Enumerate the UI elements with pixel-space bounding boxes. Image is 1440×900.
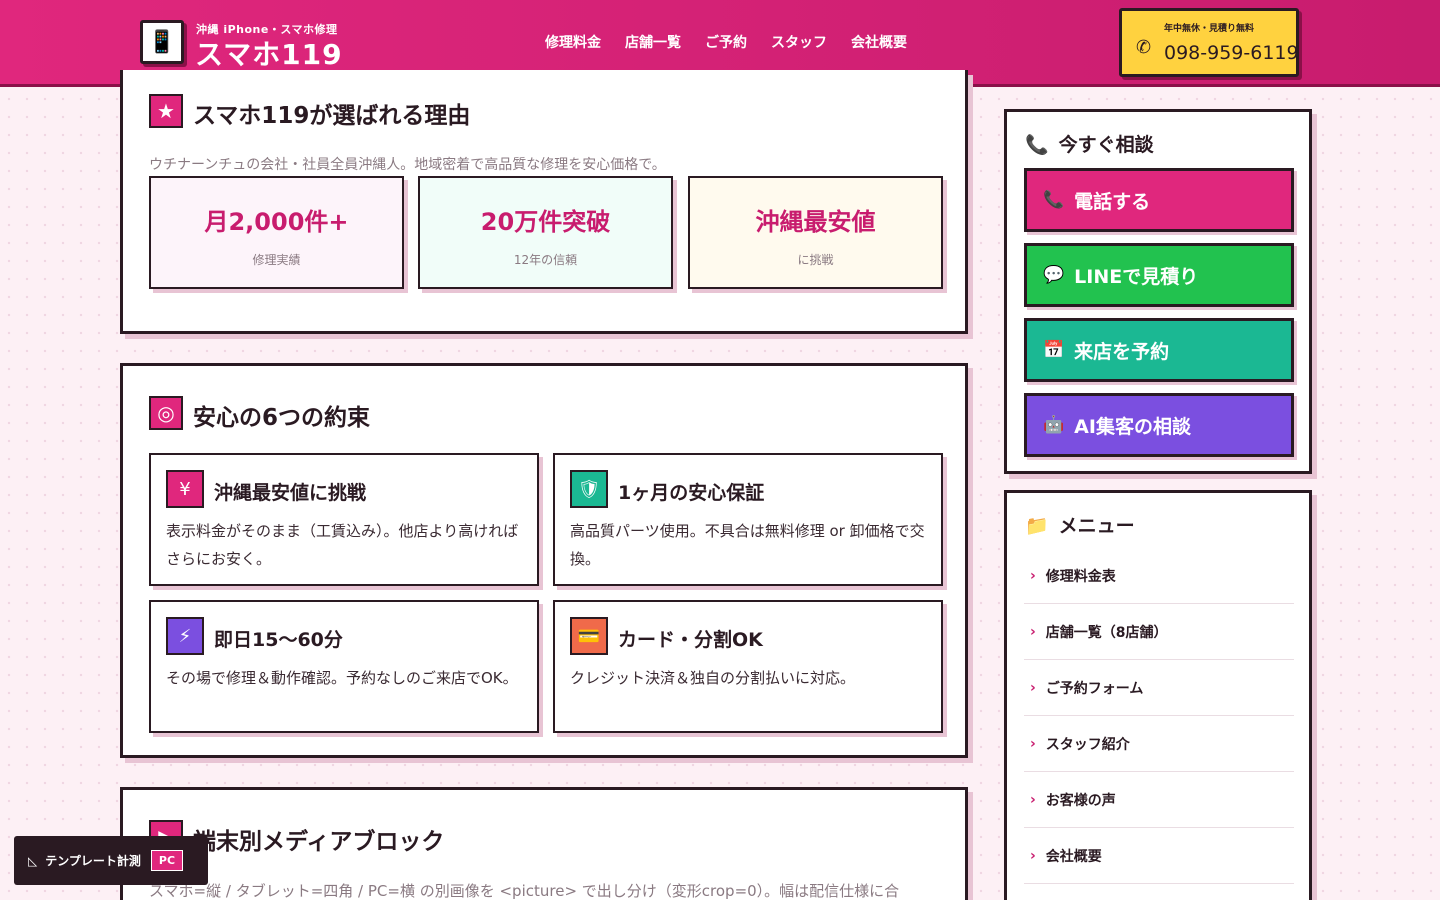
reserve-visit-button[interactable]: 📅 来店を予約	[1024, 318, 1294, 382]
section-title: スマホ119が選ばれる理由	[193, 103, 471, 129]
stat-card-price: 沖縄最安値 に挑戦	[688, 176, 943, 289]
panel-title-text: 今すぐ相談	[1058, 134, 1154, 156]
section-description: スマホ=縦 / タブレット=四角 / PC=横 の別画像を <picture> …	[149, 882, 900, 900]
header-phone-button[interactable]: 年中無休・見積り無料 ✆ 098-959-6119	[1119, 8, 1299, 77]
section-description: ウチナーンチュの会社・社員全員沖縄人。地域密着で高品質な修理を安心価格で。	[149, 157, 666, 173]
stat-label: 修理実績	[252, 253, 301, 267]
promise-title: 1ヶ月の安心保証	[618, 482, 765, 504]
promise-description: クレジット決済＆独自の分割払いに対応。	[570, 669, 856, 687]
promise-description: その場で修理＆動作確認。予約なしのご来店でOK。	[166, 669, 518, 687]
stat-value: 月2,000件+	[204, 208, 349, 236]
call-button[interactable]: 📞 電話する	[1024, 168, 1294, 232]
chevron-right-icon: ›	[1030, 623, 1036, 640]
consult-panel: 📞 今すぐ相談 📞 電話する 💬 LINEで見積り 📅 来店を予約 🤖 AI集客の相談	[1004, 109, 1312, 474]
calendar-icon: 📅	[1043, 340, 1065, 360]
lightning-icon: ⚡	[166, 617, 204, 655]
section-title: 安心の6つの約束	[193, 405, 371, 431]
menu-item-label: 会社概要	[1045, 848, 1102, 865]
line-button-label: LINEで見積り	[1074, 265, 1199, 288]
folder-icon: 📁	[1025, 515, 1049, 537]
stat-card-repairs: 月2,000件+ 修理実績	[149, 176, 404, 289]
menu-panel: 📁 メニュー › 修理料金表 › 店舗一覧（8店舗） › ご予約フォーム › スタッフ紹介…	[1004, 490, 1312, 900]
menu-item-label: お客様の声	[1045, 792, 1116, 809]
promise-description: 表示料金がそのまま（工賃込み）。他店より高ければさらにお安く。	[166, 522, 519, 568]
stat-card-total: 20万件突破 12年の信頼	[418, 176, 673, 289]
promise-card-payment: 💳 カード・分割OK クレジット決済＆独自の分割払いに対応。	[553, 600, 943, 733]
stat-label: に挑戦	[797, 253, 834, 267]
menu-item-label: スタッフ紹介	[1045, 736, 1130, 753]
menu-item-reservation[interactable]: › ご予約フォーム	[1024, 660, 1294, 716]
ruler-icon: ◺	[28, 853, 38, 868]
stat-value: 20万件突破	[480, 208, 611, 236]
device-tag: PC	[150, 850, 184, 871]
promise-card-price: ¥ 沖縄最安値に挑戦 表示料金がそのまま（工賃込み）。他店より高ければさらにお安…	[149, 453, 539, 586]
nav-item-company[interactable]: 会社概要	[851, 32, 907, 52]
promise-title: 沖縄最安値に挑戦	[214, 482, 367, 504]
promise-title: 即日15〜60分	[214, 629, 343, 651]
yen-icon: ¥	[166, 470, 204, 508]
shield-icon: 🛡	[570, 470, 608, 508]
phone-device-icon[interactable]: 📱	[140, 20, 184, 64]
logo-title[interactable]: スマホ119	[195, 33, 343, 73]
promises-section: ◎ 安心の6つの約束 ¥ 沖縄最安値に挑戦 表示料金がそのまま（工賃込み）。他店…	[120, 363, 968, 758]
star-icon: ★	[149, 94, 183, 128]
chevron-right-icon: ›	[1030, 847, 1036, 864]
target-icon: ◎	[149, 396, 183, 430]
chevron-right-icon: ›	[1030, 567, 1036, 584]
promise-card-sameday: ⚡ 即日15〜60分 その場で修理＆動作確認。予約なしのご来店でOK。	[149, 600, 539, 733]
phone-note: 年中無休・見積り無料	[1164, 24, 1255, 34]
chevron-right-icon: ›	[1030, 791, 1036, 808]
panel-title: 📁 メニュー	[1025, 511, 1135, 538]
promise-title: カード・分割OK	[618, 629, 763, 651]
menu-item-label: 修理料金表	[1045, 568, 1116, 585]
media-section: ▶ 端末別メディアブロック スマホ=縦 / タブレット=四角 / PC=横 の別…	[120, 787, 968, 900]
phone-icon: 📞	[1025, 134, 1049, 156]
panel-title: 📞 今すぐ相談	[1025, 130, 1154, 157]
reserve-button-label: 来店を予約	[1074, 340, 1170, 363]
menu-item-staff[interactable]: › スタッフ紹介	[1024, 716, 1294, 772]
phone-number: 098-959-6119	[1164, 42, 1299, 64]
menu-item-label: 店舗一覧（8店舗）	[1045, 624, 1168, 641]
ai-button-label: AI集客の相談	[1074, 415, 1191, 438]
promise-description: 高品質パーツ使用。不具合は無料修理 or 卸価格で交換。	[570, 522, 925, 568]
robot-icon: 🤖	[1043, 415, 1065, 435]
menu-item-reviews[interactable]: › お客様の声	[1024, 772, 1294, 828]
nav-item-pricing[interactable]: 修理料金	[545, 32, 601, 52]
call-button-label: 電話する	[1074, 190, 1151, 213]
nav-item-staff[interactable]: スタッフ	[771, 32, 827, 52]
card-icon: 💳	[570, 617, 608, 655]
chevron-right-icon: ›	[1030, 679, 1036, 696]
phone-icon: ✆	[1136, 37, 1152, 58]
reasons-section: ★ スマホ119が選ばれる理由 ウチナーンチュの会社・社員全員沖縄人。地域密着で…	[120, 70, 968, 334]
stat-label: 12年の信頼	[513, 253, 578, 267]
chevron-right-icon: ›	[1030, 735, 1036, 752]
template-measure-badge[interactable]: ◺ テンプレート計測 PC	[14, 836, 208, 885]
panel-title-text: メニュー	[1058, 515, 1135, 537]
menu-item-label: ご予約フォーム	[1045, 680, 1144, 697]
menu-item-company[interactable]: › 会社概要	[1024, 828, 1294, 884]
section-title: 端末別メディアブロック	[193, 829, 445, 855]
menu-item-pricing[interactable]: › 修理料金表	[1024, 548, 1294, 604]
main-nav: 修理料金 店舗一覧 ご予約 スタッフ 会社概要	[545, 32, 907, 52]
line-estimate-button[interactable]: 💬 LINEで見積り	[1024, 243, 1294, 307]
nav-item-stores[interactable]: 店舗一覧	[625, 32, 681, 52]
promise-card-warranty: 🛡 1ヶ月の安心保証 高品質パーツ使用。不具合は無料修理 or 卸価格で交換。	[553, 453, 943, 586]
chat-bubble-icon: 💬	[1043, 265, 1065, 285]
badge-label: テンプレート計測	[45, 854, 141, 868]
phone-icon: 📞	[1043, 190, 1065, 210]
ai-consult-button[interactable]: 🤖 AI集客の相談	[1024, 393, 1294, 457]
stat-value: 沖縄最安値	[755, 208, 876, 236]
menu-item-stores[interactable]: › 店舗一覧（8店舗）	[1024, 604, 1294, 660]
nav-item-reservation[interactable]: ご予約	[705, 32, 747, 52]
